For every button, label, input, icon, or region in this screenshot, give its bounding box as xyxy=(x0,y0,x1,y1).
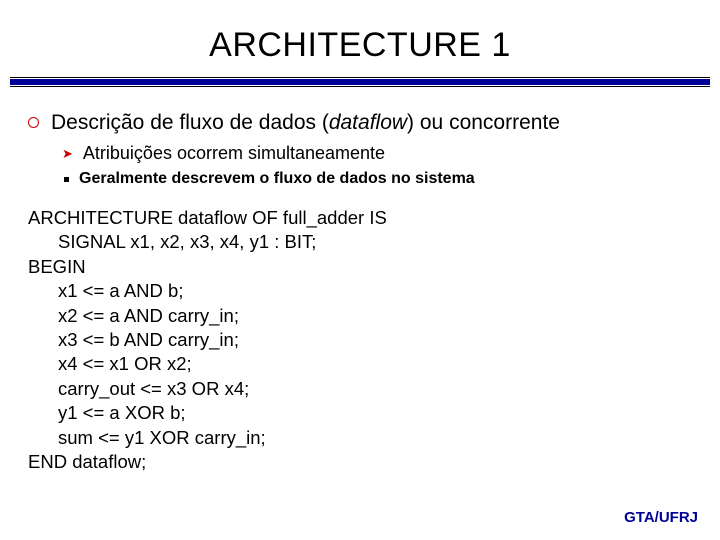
slide-title: ARCHITECTURE 1 xyxy=(0,0,720,79)
code-line: x3 <= b AND carry_in; xyxy=(28,328,692,352)
code-line: ARCHITECTURE dataflow OF full_adder IS xyxy=(28,206,692,230)
text-italic: dataflow xyxy=(329,111,407,134)
code-line: END dataflow; xyxy=(28,450,692,474)
footer-logo-text: GTA/UFRJ xyxy=(624,509,698,526)
arrow-bullet-icon: ➤ xyxy=(62,146,73,162)
list-item: Geralmente descrevem o fluxo de dados no… xyxy=(64,170,692,188)
slide: ARCHITECTURE 1 Descrição de fluxo de dad… xyxy=(0,0,720,540)
bullet-level-2: ➤ Atribuições ocorrem simultaneamente xyxy=(62,143,692,164)
list-item: ➤ Atribuições ocorrem simultaneamente xyxy=(62,143,692,164)
code-block: ARCHITECTURE dataflow OF full_adder IS S… xyxy=(0,188,720,474)
list-item: Descrição de fluxo de dados (dataflow) o… xyxy=(28,111,692,135)
bullet-text: Descrição de fluxo de dados (dataflow) o… xyxy=(51,111,560,135)
code-line: sum <= y1 XOR carry_in; xyxy=(28,426,692,450)
code-line: x1 <= a AND b; xyxy=(28,279,692,303)
bullet-text: Geralmente descrevem o fluxo de dados no… xyxy=(79,170,475,188)
text-segment: Descrição de fluxo de dados ( xyxy=(51,111,329,134)
bullet-text: Atribuições ocorrem simultaneamente xyxy=(83,143,385,164)
code-line: x2 <= a AND carry_in; xyxy=(28,304,692,328)
bullet-level-1: Descrição de fluxo de dados (dataflow) o… xyxy=(28,111,692,135)
bullet-content: Descrição de fluxo de dados (dataflow) o… xyxy=(0,85,720,188)
code-line: carry_out <= x3 OR x4; xyxy=(28,377,692,401)
text-segment: ) ou concorrente xyxy=(407,111,560,134)
code-line: SIGNAL x1, x2, x3, x4, y1 : BIT; xyxy=(28,230,692,254)
square-bullet-icon xyxy=(64,177,69,182)
code-line: y1 <= a XOR b; xyxy=(28,401,692,425)
code-line: x4 <= x1 OR x2; xyxy=(28,352,692,376)
circle-bullet-icon xyxy=(28,117,39,128)
divider-rule xyxy=(10,79,710,85)
code-line: BEGIN xyxy=(28,255,692,279)
bullet-level-3: Geralmente descrevem o fluxo de dados no… xyxy=(64,170,692,188)
